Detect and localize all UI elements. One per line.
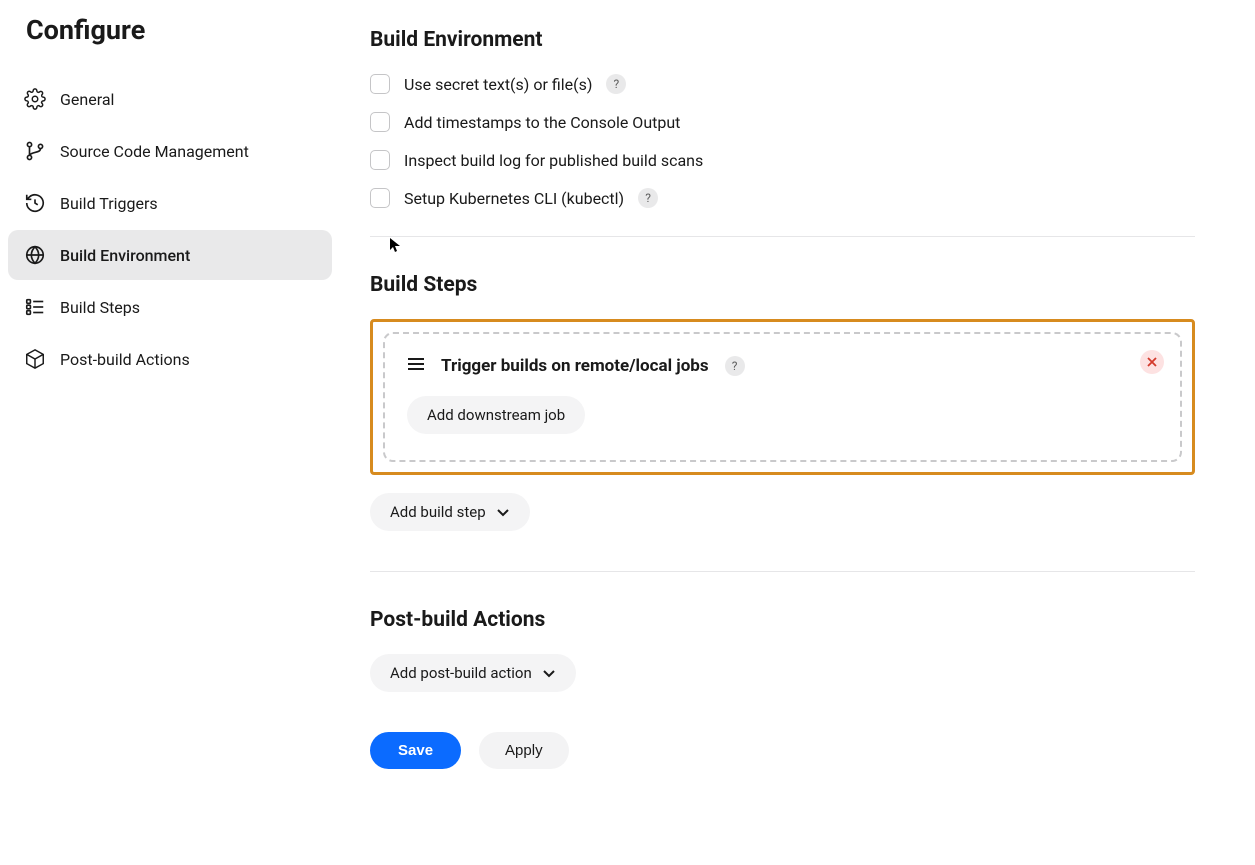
add-downstream-job-button[interactable]: Add downstream job xyxy=(407,396,585,434)
sidebar-item-post-build[interactable]: Post-build Actions xyxy=(8,334,332,384)
remove-step-button[interactable] xyxy=(1140,350,1164,374)
globe-icon xyxy=(24,244,46,266)
sidebar-item-label: Source Code Management xyxy=(60,142,249,161)
sidebar-item-label: Build Steps xyxy=(60,298,140,317)
divider xyxy=(370,236,1195,237)
section-title-build-steps: Build Steps xyxy=(370,273,1195,297)
chevron-down-icon xyxy=(496,505,510,519)
env-option-label: Use secret text(s) or file(s) xyxy=(404,75,592,94)
gear-icon xyxy=(24,88,46,110)
sidebar-item-label: Post-build Actions xyxy=(60,350,190,369)
help-icon[interactable]: ? xyxy=(606,74,626,94)
sidebar-item-scm[interactable]: Source Code Management xyxy=(8,126,332,176)
divider xyxy=(370,571,1195,572)
sidebar-item-build-environment[interactable]: Build Environment xyxy=(8,230,332,280)
page-title: Configure xyxy=(26,14,340,46)
sidebar-item-build-steps[interactable]: Build Steps xyxy=(8,282,332,332)
button-label: Add build step xyxy=(390,503,486,521)
build-step-card: Trigger builds on remote/local jobs ? Ad… xyxy=(383,332,1182,462)
env-option-label: Inspect build log for published build sc… xyxy=(404,151,703,170)
section-title-post-build: Post-build Actions xyxy=(370,608,1195,632)
sidebar: Configure General Source Code Management… xyxy=(8,14,340,769)
help-icon[interactable]: ? xyxy=(725,356,745,376)
actions-bar: Save Apply xyxy=(370,732,1195,769)
steps-icon xyxy=(24,296,46,318)
build-step-header: Trigger builds on remote/local jobs ? xyxy=(407,356,1158,376)
help-icon[interactable]: ? xyxy=(638,188,658,208)
section-title-build-environment: Build Environment xyxy=(370,28,1195,52)
history-icon xyxy=(24,192,46,214)
button-label: Add post-build action xyxy=(390,664,532,682)
env-option-label: Add timestamps to the Console Output xyxy=(404,113,680,132)
add-build-step-button[interactable]: Add build step xyxy=(370,493,530,531)
checkbox-kubectl[interactable] xyxy=(370,188,390,208)
save-button[interactable]: Save xyxy=(370,732,461,769)
apply-button[interactable]: Apply xyxy=(479,732,569,769)
sidebar-nav: General Source Code Management Build Tri… xyxy=(8,74,340,384)
env-option-label: Setup Kubernetes CLI (kubectl) xyxy=(404,189,624,208)
checkbox-build-scans[interactable] xyxy=(370,150,390,170)
env-option-build-scans: Inspect build log for published build sc… xyxy=(370,150,1195,170)
main-content: Build Environment Use secret text(s) or … xyxy=(340,14,1255,769)
sidebar-item-general[interactable]: General xyxy=(8,74,332,124)
sidebar-item-triggers[interactable]: Build Triggers xyxy=(8,178,332,228)
chevron-down-icon xyxy=(542,666,556,680)
sidebar-item-label: Build Triggers xyxy=(60,194,158,213)
git-branch-icon xyxy=(24,140,46,162)
package-icon xyxy=(24,348,46,370)
checkbox-secret-texts[interactable] xyxy=(370,74,390,94)
env-option-timestamps: Add timestamps to the Console Output xyxy=(370,112,1195,132)
checkbox-timestamps[interactable] xyxy=(370,112,390,132)
build-step-highlight: Trigger builds on remote/local jobs ? Ad… xyxy=(370,319,1195,475)
env-option-secret: Use secret text(s) or file(s) ? xyxy=(370,74,1195,94)
sidebar-item-label: Build Environment xyxy=(60,246,190,265)
sidebar-item-label: General xyxy=(60,90,114,109)
add-post-build-action-button[interactable]: Add post-build action xyxy=(370,654,576,692)
drag-handle-icon[interactable] xyxy=(407,357,425,375)
build-step-title: Trigger builds on remote/local jobs xyxy=(441,356,709,376)
build-environment-options: Use secret text(s) or file(s) ? Add time… xyxy=(370,74,1195,208)
env-option-kubectl: Setup Kubernetes CLI (kubectl) ? xyxy=(370,188,1195,208)
